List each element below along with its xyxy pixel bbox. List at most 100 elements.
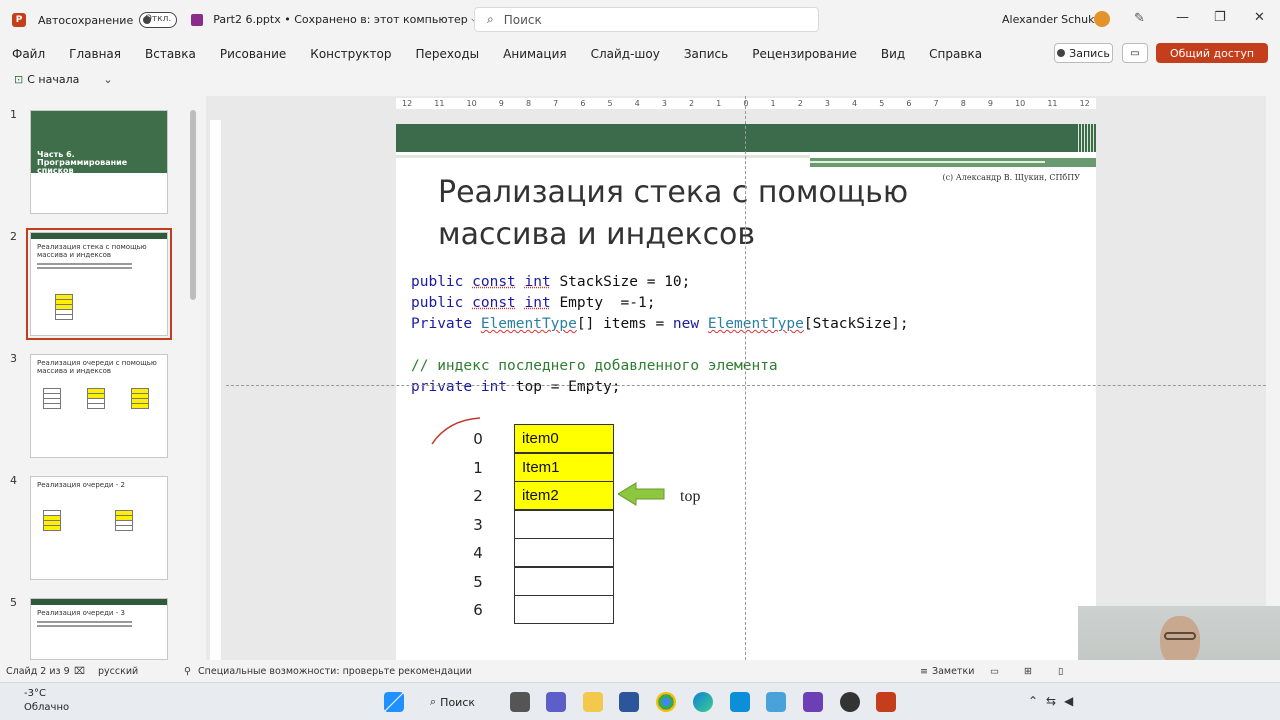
language-indicator[interactable]: русский xyxy=(98,666,138,677)
share-button[interactable]: Общий доступ xyxy=(1156,43,1268,63)
ruler-tick: 5 xyxy=(607,99,613,108)
reading-view-icon[interactable]: ▯ xyxy=(1058,666,1063,677)
slide-thumbnail-5[interactable]: Реализация очереди - 3 xyxy=(30,598,168,660)
autosave-toggle[interactable]: Откл. xyxy=(139,12,178,28)
tab-slideshow[interactable]: Слайд-шоу xyxy=(579,47,672,61)
smart-guide-vertical xyxy=(745,96,746,660)
task-view-icon[interactable] xyxy=(510,692,530,712)
slide-header-stripes xyxy=(1076,124,1096,152)
code-keyword: private xyxy=(411,379,473,395)
ruler-tick: 6 xyxy=(906,99,912,108)
tab-review[interactable]: Рецензирование xyxy=(740,47,869,61)
slide-thumbnail-3[interactable]: Реализация очереди с помощью массива и и… xyxy=(30,354,168,458)
thumb-band xyxy=(31,599,167,605)
status-bar: Слайд 2 из 9 ⌧ русский ⚲ Специальные воз… xyxy=(0,660,1280,682)
close-icon[interactable]: ✕ xyxy=(1254,10,1265,25)
volume-icon[interactable]: ◀ xyxy=(1064,694,1073,708)
tab-help[interactable]: Справка xyxy=(917,47,994,61)
accessibility-status[interactable]: Специальные возможности: проверьте реком… xyxy=(198,666,472,677)
accessibility-icon[interactable]: ⚲ xyxy=(184,666,191,677)
code-block[interactable]: public const int StackSize = 10; public … xyxy=(411,272,909,398)
thumb-title: Часть 6. Программирование списков xyxy=(37,150,128,175)
slide-thumbnail-4[interactable]: Реализация очереди - 2 xyxy=(30,476,168,580)
play-from-start-icon[interactable]: ⊡ xyxy=(14,73,23,86)
ruler-tick: 1 xyxy=(770,99,776,108)
document-title[interactable]: Part2 6.pptx • Сохранено в: этот компьют… xyxy=(213,13,479,27)
code-keyword: const xyxy=(472,274,516,290)
thumb-mini-stack xyxy=(43,510,61,531)
ruler-tick: 12 xyxy=(1079,99,1090,108)
user-name[interactable]: Alexander Schukin xyxy=(1002,13,1105,26)
slide-2[interactable]: (c) Александр В. Щукин, СПбПУ Реализация… xyxy=(396,124,1096,660)
chrome-icon[interactable] xyxy=(656,692,676,712)
powerpoint-taskbar-icon[interactable] xyxy=(876,692,896,712)
notes-button[interactable]: Заметки xyxy=(932,666,974,677)
slide-title[interactable]: Реализация стека с помощью массива и инд… xyxy=(438,172,978,256)
start-from-beginning-button[interactable]: С начала xyxy=(27,73,79,86)
slide-thumbnail-2[interactable]: Реализация стека с помощью массива и инд… xyxy=(26,228,172,340)
code-keyword: new xyxy=(672,316,700,332)
thumb-line xyxy=(37,625,133,627)
tab-view[interactable]: Вид xyxy=(869,47,917,61)
thumb-number: 3 xyxy=(10,352,17,365)
visual-studio-icon[interactable] xyxy=(803,692,823,712)
slide-header-band xyxy=(396,124,1096,152)
thumb-title: Реализация очереди с помощью массива и и… xyxy=(37,359,157,375)
weather-temperature[interactable]: -3°C xyxy=(24,688,46,699)
taskbar-search-button[interactable]: ⌕ Поиск xyxy=(430,692,490,712)
tab-animation[interactable]: Анимация xyxy=(491,47,578,61)
tab-insert[interactable]: Вставка xyxy=(133,47,208,61)
magnifier-icon: ⌕ xyxy=(430,695,437,708)
spellcheck-icon[interactable]: ⌧ xyxy=(74,666,85,677)
file-explorer-icon[interactable] xyxy=(583,692,603,712)
save-icon[interactable] xyxy=(191,14,204,26)
network-icon[interactable]: ⇆ xyxy=(1046,694,1056,708)
ruler-tick: 5 xyxy=(879,99,885,108)
normal-view-icon[interactable]: ▭ xyxy=(990,666,999,677)
tray-chevron-icon[interactable]: ⌃ xyxy=(1028,694,1038,708)
tab-home[interactable]: Главная xyxy=(57,47,133,61)
tab-record[interactable]: Запись xyxy=(672,47,740,61)
mail-icon[interactable] xyxy=(730,692,750,712)
search-input[interactable]: ⌕ Поиск xyxy=(474,7,819,32)
thumb-title: Реализация очереди - 3 xyxy=(37,609,125,617)
user-avatar-icon[interactable] xyxy=(1094,11,1110,27)
thumbnail-scrollbar[interactable] xyxy=(189,96,197,660)
customize-chevron-icon[interactable]: ⌄ xyxy=(103,73,112,86)
windows-start-icon[interactable] xyxy=(384,692,404,712)
thumb-number: 5 xyxy=(10,596,17,609)
notepad-icon[interactable] xyxy=(766,692,786,712)
vertical-ruler xyxy=(210,120,221,660)
slide-sorter-icon[interactable]: ⊞ xyxy=(1024,666,1032,677)
minimize-icon[interactable]: — xyxy=(1176,10,1189,25)
weather-description[interactable]: Облачно xyxy=(24,702,69,713)
code-comment: // индекс последнего добавленного элемен… xyxy=(411,358,778,374)
scrollbar-thumb[interactable] xyxy=(190,110,196,300)
code-keyword: Private xyxy=(411,316,473,332)
slide-accent-highlight xyxy=(810,161,1045,163)
code-type: ElementType xyxy=(480,316,577,332)
tab-transitions[interactable]: Переходы xyxy=(404,47,492,61)
maximize-icon[interactable]: ❐ xyxy=(1214,10,1226,25)
code-text: [StackSize]; xyxy=(803,316,909,332)
pen-icon[interactable]: ✎ xyxy=(1134,11,1145,26)
teams-icon[interactable] xyxy=(546,692,566,712)
array-cell xyxy=(514,509,614,539)
code-keyword: int xyxy=(524,295,551,311)
comments-button[interactable]: ▭ xyxy=(1122,43,1148,63)
slide-editing-area[interactable]: 12 11 10 9 8 7 6 5 4 3 2 1 0 1 2 3 4 5 6 7 8 9 10 11 12 (c) Алек… xyxy=(206,96,1266,660)
slide-thumbnail-1[interactable]: Часть 6. Программирование списков xyxy=(30,110,168,214)
tab-draw[interactable]: Рисование xyxy=(208,47,298,61)
tab-file[interactable]: Файл xyxy=(0,47,57,61)
ruler-tick: 6 xyxy=(580,99,586,108)
array-cell xyxy=(514,538,614,567)
notes-icon[interactable]: ≡ xyxy=(920,666,928,677)
thumb-title: Реализация стека с помощью массива и инд… xyxy=(37,243,147,259)
edge-icon[interactable] xyxy=(693,692,713,712)
settings-gear-icon[interactable] xyxy=(840,692,860,712)
word-icon[interactable] xyxy=(619,692,639,712)
array-index-label: 3 xyxy=(473,515,483,534)
tab-design[interactable]: Конструктор xyxy=(298,47,403,61)
ruler-tick: 4 xyxy=(634,99,640,108)
record-button[interactable]: Запись xyxy=(1054,43,1113,63)
